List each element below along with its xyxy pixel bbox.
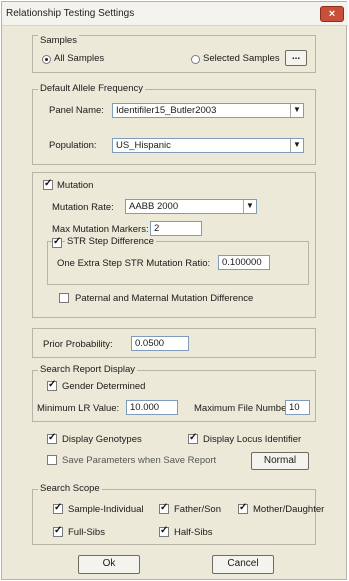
sample-individual-label[interactable]: Sample-Individual	[68, 504, 144, 515]
str-ratio-input[interactable]: 0.100000	[218, 255, 270, 270]
population-select[interactable]: US_Hispanic ▼	[112, 138, 304, 153]
min-lr-label: Minimum LR Value:	[37, 403, 120, 414]
mutation-rate-value: AABB 2000	[129, 201, 179, 212]
population-value: US_Hispanic	[116, 140, 171, 151]
father-son-label[interactable]: Father/Son	[174, 504, 221, 515]
min-lr-input[interactable]: 10.000	[126, 400, 178, 415]
prior-probability-input[interactable]: 0.0500	[131, 336, 189, 351]
all-samples-radio[interactable]	[42, 55, 51, 64]
cancel-button[interactable]: Cancel	[212, 555, 274, 574]
panel-name-select[interactable]: Identifiler15_Butler2003 ▼	[112, 103, 304, 118]
chevron-down-icon[interactable]: ▼	[290, 139, 303, 152]
mutation-checkbox[interactable]	[43, 178, 53, 190]
display-locus-label[interactable]: Display Locus Identifier	[203, 434, 301, 445]
settings-dialog: Relationship Testing Settings × Samples …	[1, 1, 348, 580]
ok-button[interactable]: Ok	[78, 555, 140, 574]
mutation-rate-select[interactable]: AABB 2000 ▼	[125, 199, 257, 214]
display-locus-checkbox[interactable]	[188, 432, 198, 444]
close-icon: ×	[328, 8, 336, 20]
chevron-down-icon[interactable]: ▼	[290, 104, 303, 117]
chevron-down-icon[interactable]: ▼	[243, 200, 256, 213]
str-ratio-label: One Extra Step STR Mutation Ratio:	[57, 258, 211, 269]
full-sibs-label[interactable]: Full-Sibs	[68, 527, 105, 538]
mutation-rate-label: Mutation Rate:	[52, 202, 114, 213]
normal-button[interactable]: Normal	[251, 452, 309, 470]
close-button[interactable]: ×	[320, 6, 344, 22]
save-parameters-checkbox[interactable]	[47, 455, 57, 465]
max-file-number-label: Maximum File Number:	[194, 403, 293, 414]
full-sibs-checkbox[interactable]	[53, 525, 63, 537]
search-report-legend: Search Report Display	[38, 364, 138, 375]
search-report-group: Search Report Display Gender Determined …	[32, 364, 316, 422]
display-genotypes-label[interactable]: Display Genotypes	[62, 434, 142, 445]
gender-determined-label[interactable]: Gender Determined	[62, 381, 145, 392]
max-file-number-input[interactable]: 10	[285, 400, 310, 415]
window-title: Relationship Testing Settings	[6, 8, 135, 19]
samples-legend: Samples	[38, 35, 79, 46]
str-step-checkbox[interactable]	[52, 236, 62, 248]
max-mutation-markers-label: Max Mutation Markers:	[52, 224, 149, 235]
panel-name-value: Identifiler15_Butler2003	[116, 105, 217, 116]
str-step-label[interactable]: STR Step Difference	[65, 236, 156, 247]
mother-daughter-label[interactable]: Mother/Daughter	[253, 504, 324, 515]
save-parameters-label[interactable]: Save Parameters when Save Report	[62, 455, 216, 466]
half-sibs-label[interactable]: Half-Sibs	[174, 527, 213, 538]
all-samples-label[interactable]: All Samples	[54, 53, 104, 64]
prior-probability-group: Prior Probability: 0.0500	[32, 328, 316, 358]
paternal-maternal-checkbox[interactable]	[59, 293, 69, 303]
allele-frequency-group: Default Allele Frequency Panel Name: Ide…	[32, 83, 316, 165]
population-label: Population:	[49, 140, 97, 151]
panel-name-label: Panel Name:	[49, 105, 104, 116]
father-son-checkbox[interactable]	[159, 502, 169, 514]
display-genotypes-checkbox[interactable]	[47, 432, 57, 444]
str-step-group: STR Step Difference One Extra Step STR M…	[47, 236, 309, 285]
search-scope-legend: Search Scope	[38, 483, 102, 494]
gender-determined-checkbox[interactable]	[47, 379, 57, 391]
allele-frequency-legend: Default Allele Frequency	[38, 83, 145, 94]
title-bar[interactable]: Relationship Testing Settings ×	[2, 2, 348, 26]
search-scope-group: Search Scope Sample-Individual Father/So…	[32, 483, 324, 545]
prior-probability-label: Prior Probability:	[43, 339, 113, 350]
selected-samples-label[interactable]: Selected Samples	[203, 53, 280, 64]
browse-samples-button[interactable]: ...	[285, 50, 307, 66]
paternal-maternal-label[interactable]: Paternal and Maternal Mutation Differenc…	[75, 293, 253, 304]
sample-individual-checkbox[interactable]	[53, 502, 63, 514]
mutation-label[interactable]: Mutation	[57, 180, 93, 191]
samples-group: Samples All Samples Selected Samples ...	[32, 35, 316, 73]
mother-daughter-checkbox[interactable]	[238, 502, 248, 514]
max-mutation-markers-input[interactable]: 2	[150, 221, 202, 236]
selected-samples-radio[interactable]	[191, 55, 200, 64]
half-sibs-checkbox[interactable]	[159, 525, 169, 537]
mutation-group: Mutation Mutation Rate: AABB 2000 ▼ Max …	[32, 172, 316, 318]
